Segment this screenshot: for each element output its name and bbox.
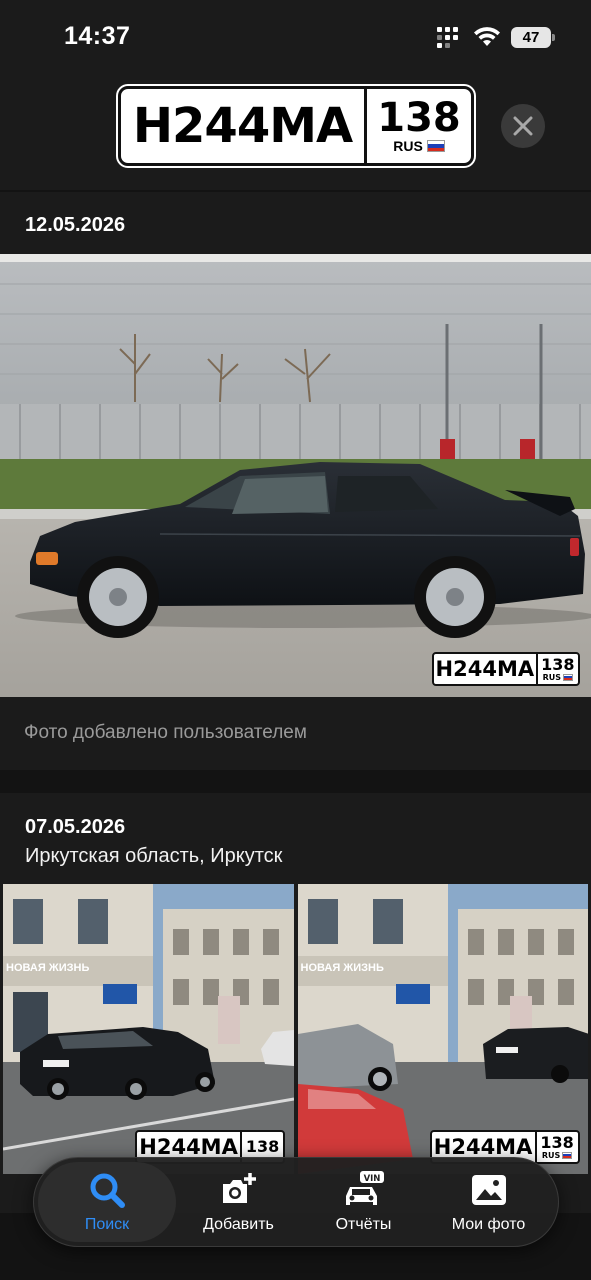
- record-note: Фото добавлено пользователем: [24, 722, 307, 743]
- photo-grid: НОВАЯ ЖИЗНЬ Н244МА 138 НОВАЯ ЖИЗНЬ Н244М…: [3, 884, 588, 1174]
- shop-sign: НОВАЯ ЖИЗНЬ: [300, 962, 384, 974]
- russia-flag-icon: [426, 140, 445, 152]
- photo-plate-country: RUS: [541, 1150, 561, 1160]
- russia-flag-icon: [562, 1151, 573, 1159]
- plate-country-code: RUS: [393, 138, 423, 154]
- app-screen: 14:37 47 Н244МА 138 RUS 12.05.2026 Н244М…: [0, 0, 591, 1280]
- battery-icon: 47: [511, 26, 555, 48]
- plate-region: 138: [377, 95, 461, 141]
- record-date: 07.05.2026: [25, 816, 126, 838]
- photo-plate-region-block: 138 RUS: [537, 1132, 578, 1162]
- nav-label: Отчёты: [335, 1216, 392, 1233]
- search-icon: [90, 1173, 125, 1208]
- license-plate: Н244МА 138 RUS: [116, 84, 476, 168]
- nav-label: Добавить: [203, 1216, 274, 1233]
- plate-number: Н244МА: [121, 89, 367, 163]
- vehicle-photo-image: [0, 254, 591, 697]
- vehicle-photo[interactable]: Н244МА 138 RUS: [0, 254, 591, 697]
- status-icons: 47: [437, 26, 555, 48]
- photo-plate-region: 138: [245, 1137, 280, 1156]
- nav-item-reports[interactable]: VIN Отчёты: [301, 1162, 426, 1242]
- record-location: Иркутская область, Иркутск: [25, 845, 283, 867]
- header: Н244МА 138 RUS: [0, 80, 591, 190]
- battery-level: 47: [522, 28, 540, 46]
- vehicle-photo[interactable]: НОВАЯ ЖИЗНЬ Н244МА 138 RUS: [297, 884, 588, 1174]
- record-date: 12.05.2026: [25, 214, 126, 236]
- photo-plate-number: Н244МА: [434, 654, 538, 684]
- photo-plate-region-block: 138 RUS: [538, 654, 578, 684]
- svg-text:VIN: VIN: [363, 1174, 380, 1184]
- nav-item-add[interactable]: Добавить: [176, 1162, 301, 1242]
- nav-label: Поиск: [84, 1216, 130, 1233]
- photo-plate-region: 138: [540, 1132, 574, 1152]
- status-time: 14:37: [64, 22, 131, 50]
- russia-flag-icon: [563, 673, 574, 681]
- shop-sign: НОВАЯ ЖИЗНЬ: [6, 962, 90, 974]
- close-button[interactable]: [501, 104, 545, 148]
- bottom-nav: Поиск Добавить VIN Отчёты Мои фото: [33, 1157, 559, 1247]
- photo-plate-region: 138: [541, 654, 575, 674]
- wifi-icon: [474, 27, 500, 46]
- record-card: 12.05.2026 Н244МА 138 RUS Фото добавлено…: [0, 192, 591, 770]
- image-icon: [471, 1175, 506, 1205]
- vehicle-photo[interactable]: НОВАЯ ЖИЗНЬ Н244МА 138: [3, 884, 294, 1174]
- photo-plate-overlay: Н244МА 138 RUS: [432, 652, 580, 686]
- photo-plate-country: RUS: [542, 672, 562, 682]
- record-card: 07.05.2026 Иркутская область, Иркутск НО…: [0, 793, 591, 1213]
- close-icon: [513, 116, 533, 136]
- nav-item-search[interactable]: Поиск: [38, 1162, 176, 1242]
- plate-country: RUS: [393, 138, 445, 154]
- nav-item-my-photos[interactable]: Мои фото: [426, 1162, 551, 1242]
- signal-icon: [437, 26, 463, 48]
- vin-car-icon: VIN: [345, 1171, 384, 1205]
- plate-region-block: 138 RUS: [367, 89, 471, 163]
- add-photo-icon: [222, 1173, 256, 1203]
- status-bar: 14:37 47: [0, 0, 591, 80]
- nav-label: Мои фото: [451, 1216, 526, 1233]
